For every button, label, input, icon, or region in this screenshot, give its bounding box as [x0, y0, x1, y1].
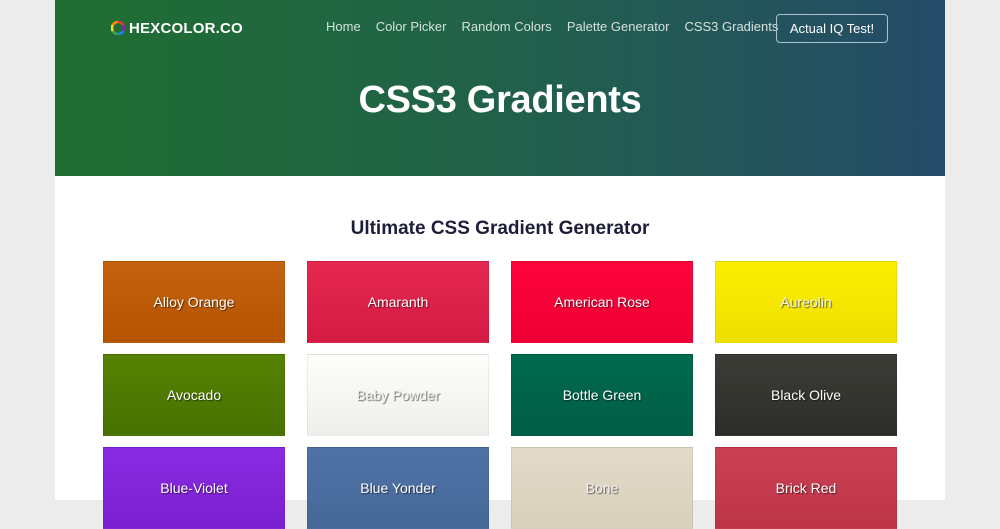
gradient-name: Bottle Green — [562, 387, 642, 403]
gradient-tile[interactable]: Alloy Orange — [103, 261, 285, 343]
gradient-tile[interactable]: Amaranth — [307, 261, 489, 343]
section-title: Ultimate CSS Gradient Generator — [350, 218, 650, 239]
nav-color-picker[interactable]: Color Picker — [376, 19, 447, 34]
gradient-grid: Alloy Orange Amaranth American Rose Aure… — [103, 261, 897, 529]
nav-palette-generator[interactable]: Palette Generator — [567, 19, 670, 34]
color-wheel-icon — [111, 21, 125, 35]
iq-test-button[interactable]: Actual IQ Test! — [776, 14, 888, 43]
nav-random-colors[interactable]: Random Colors — [461, 19, 551, 34]
gradient-name: Bone — [585, 480, 619, 496]
gradient-name: Aureolin — [780, 294, 832, 310]
gradient-name: Amaranth — [367, 294, 429, 310]
gradient-name: Black Olive — [770, 387, 842, 403]
gradient-tile[interactable]: Blue-Violet — [103, 447, 285, 529]
gradient-name: Alloy Orange — [153, 294, 235, 310]
main-nav: Home Color Picker Random Colors Palette … — [326, 19, 793, 34]
gradient-name: Blue-Violet — [160, 480, 228, 496]
gradient-tile[interactable]: Black Olive — [715, 354, 897, 436]
gradient-name: American Rose — [554, 294, 650, 310]
gradient-name: Brick Red — [775, 480, 837, 496]
gradient-tile[interactable]: Brick Red — [715, 447, 897, 529]
gradient-tile[interactable]: Aureolin — [715, 261, 897, 343]
gradient-tile[interactable]: Bottle Green — [511, 354, 693, 436]
brand-logo[interactable]: HEXCOLOR.CO — [111, 18, 243, 38]
nav-home[interactable]: Home — [326, 19, 361, 34]
gradient-name: Avocado — [166, 387, 222, 403]
hero-header: HEXCOLOR.CO Home Color Picker Random Col… — [55, 0, 945, 176]
page-container: HEXCOLOR.CO Home Color Picker Random Col… — [55, 0, 945, 529]
gradient-tile[interactable]: Blue Yonder — [307, 447, 489, 529]
brand-name: HEXCOLOR.CO — [129, 19, 243, 37]
gradient-name: Blue Yonder — [360, 480, 436, 496]
gradient-tile[interactable]: Avocado — [103, 354, 285, 436]
gradient-tile[interactable]: Bone — [511, 447, 693, 529]
page-title: CSS3 Gradients — [358, 79, 642, 121]
gradient-tile[interactable]: Baby Powder — [307, 354, 489, 436]
nav-css3-gradients[interactable]: CSS3 Gradients — [684, 19, 778, 34]
gradient-tile[interactable]: American Rose — [511, 261, 693, 343]
gradient-name: Baby Powder — [356, 387, 440, 403]
